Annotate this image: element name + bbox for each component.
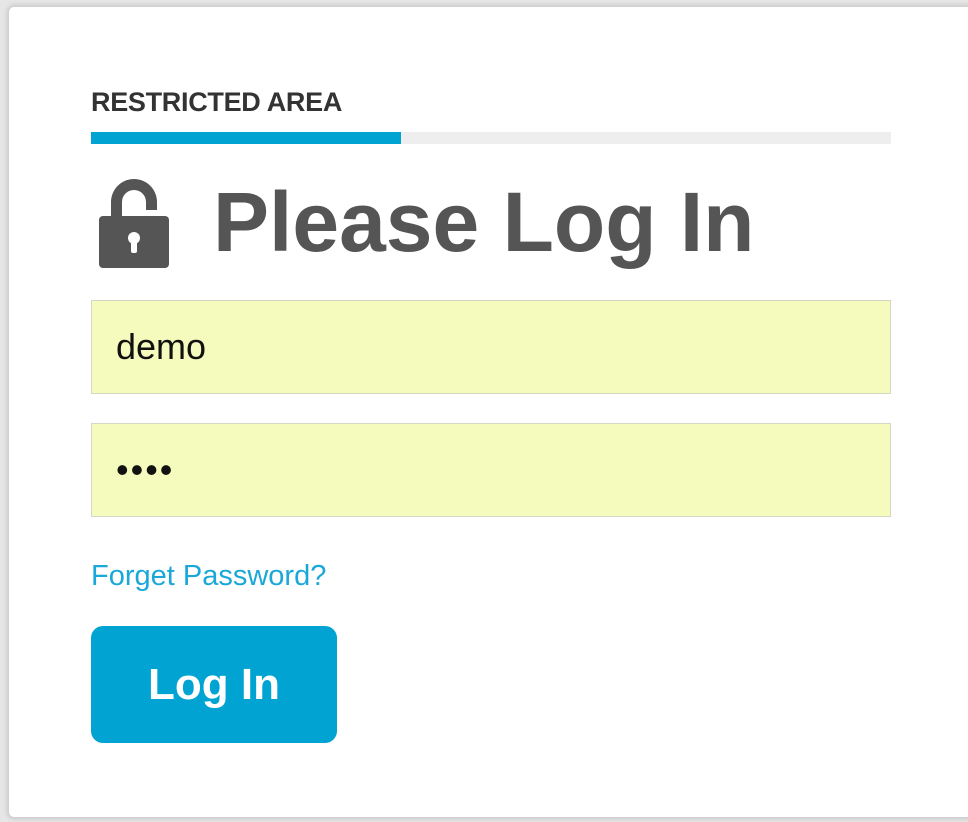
heading-row: Please Log In (97, 172, 755, 272)
section-title: RESTRICTED AREA (91, 87, 343, 117)
title-divider (91, 132, 891, 144)
title-divider-accent (91, 132, 401, 144)
page-title: Please Log In (213, 175, 755, 269)
login-panel: RESTRICTED AREA Please Log In Forget Pas… (8, 6, 968, 818)
login-button[interactable]: Log In (91, 626, 337, 743)
password-field[interactable] (91, 423, 891, 517)
forgot-password-link[interactable]: Forget Password? (91, 560, 326, 593)
lock-icon (99, 179, 169, 268)
username-field[interactable] (91, 300, 891, 394)
